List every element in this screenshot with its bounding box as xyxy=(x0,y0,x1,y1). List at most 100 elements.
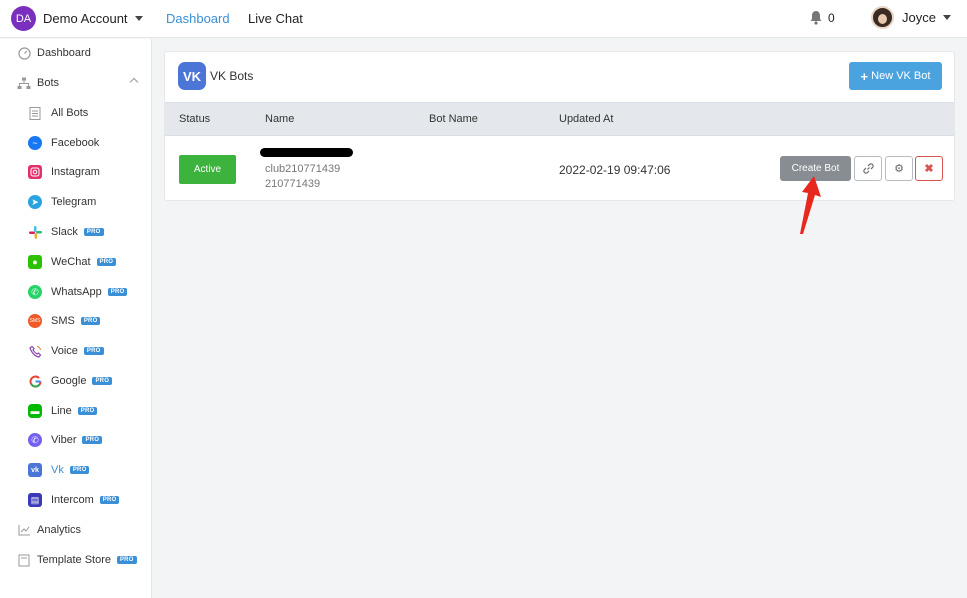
pro-badge: PRO xyxy=(69,466,90,474)
sidebar-item-viber[interactable]: ✆ Viber PRO xyxy=(0,429,151,451)
user-name: Joyce xyxy=(902,10,936,25)
row-name-line1: club210771439 xyxy=(265,163,341,175)
pro-badge: PRO xyxy=(83,347,104,355)
settings-button[interactable]: ⚙ xyxy=(885,156,913,181)
sidebar-item-intercom[interactable]: ▤ Intercom PRO xyxy=(0,489,151,511)
gear-icon: ⚙ xyxy=(894,163,904,175)
plus-icon: + xyxy=(860,68,869,84)
chevron-down-icon xyxy=(942,15,951,20)
table-header: Status Name Bot Name Updated At xyxy=(165,102,954,136)
vk-icon: vk xyxy=(28,463,42,477)
chevron-down-icon xyxy=(134,16,143,21)
account-switcher[interactable]: DA Demo Account xyxy=(11,6,143,31)
panel-header: VK VK Bots + New VK Bot xyxy=(165,52,954,102)
sidebar-item-label: WeChat xyxy=(51,256,91,268)
delete-button[interactable]: ✖ xyxy=(915,156,943,181)
sidebar-item-label: Telegram xyxy=(51,196,97,208)
sidebar: Dashboard Bots All Bots ~ Facebook Insta… xyxy=(0,39,152,598)
annotation-arrow xyxy=(800,176,821,234)
pro-badge: PRO xyxy=(80,317,101,325)
sidebar-item-label: Facebook xyxy=(51,137,100,149)
sidebar-item-label: SMS xyxy=(51,315,75,327)
intercom-icon: ▤ xyxy=(28,493,42,507)
sidebar-item-label: Vk xyxy=(51,464,64,476)
dashboard-gauge-icon xyxy=(17,46,31,60)
voice-phone-icon xyxy=(28,344,42,358)
sidebar-item-label: Intercom xyxy=(51,494,94,506)
pro-badge: PRO xyxy=(107,288,128,296)
sidebar-item-voice[interactable]: Voice PRO xyxy=(0,340,151,362)
sidebar-item-sms[interactable]: SMS SMS PRO xyxy=(0,310,151,332)
pro-badge: PRO xyxy=(99,496,120,504)
sidebar-item-label: Instagram xyxy=(51,166,100,178)
row-name-line2: 210771439 xyxy=(265,178,321,190)
pro-badge: PRO xyxy=(83,228,104,236)
account-avatar: DA xyxy=(11,6,36,31)
sidebar-item-facebook[interactable]: ~ Facebook xyxy=(0,132,151,154)
analytics-chart-icon xyxy=(17,523,31,537)
sidebar-item-telegram[interactable]: ➤ Telegram xyxy=(0,191,151,213)
sidebar-item-instagram[interactable]: Instagram xyxy=(0,161,151,183)
sidebar-item-label: Template Store xyxy=(37,554,111,566)
sidebar-item-label: All Bots xyxy=(51,107,89,119)
viber-icon: ✆ xyxy=(28,433,42,447)
close-icon: ✖ xyxy=(924,163,934,175)
link-icon xyxy=(862,163,874,174)
notification-count: 0 xyxy=(828,10,835,25)
line-icon: ▬ xyxy=(28,404,42,418)
user-menu[interactable]: Joyce xyxy=(871,6,951,29)
sidebar-item-label: Dashboard xyxy=(37,47,91,59)
sidebar-item-dashboard[interactable]: Dashboard xyxy=(0,42,151,64)
sidebar-item-label: Slack xyxy=(51,226,78,238)
sidebar-item-label: Voice xyxy=(51,345,78,357)
sidebar-item-google[interactable]: Google PRO xyxy=(0,370,151,392)
slack-icon xyxy=(28,225,42,239)
sidebar-item-label: WhatsApp xyxy=(51,286,102,298)
sidebar-item-vk[interactable]: vk Vk PRO xyxy=(0,459,151,481)
sidebar-item-label: Google xyxy=(51,375,87,387)
messenger-icon: ~ xyxy=(28,136,42,150)
sidebar-item-slack[interactable]: Slack PRO xyxy=(0,221,151,243)
whatsapp-icon: ✆ xyxy=(28,285,42,299)
wechat-icon: ● xyxy=(28,255,42,269)
pro-badge: PRO xyxy=(116,556,137,564)
sidebar-item-label: Line xyxy=(51,405,72,417)
template-store-icon xyxy=(17,553,31,567)
pro-badge: PRO xyxy=(82,436,103,444)
new-vk-bot-button[interactable]: + New VK Bot xyxy=(849,62,942,90)
sidebar-item-all-bots[interactable]: All Bots xyxy=(0,102,151,124)
instagram-icon xyxy=(28,165,42,179)
sitemap-icon xyxy=(17,76,31,90)
panel-title: VK Bots xyxy=(210,69,254,83)
sidebar-item-analytics[interactable]: Analytics xyxy=(0,519,151,541)
account-name: Demo Account xyxy=(43,11,128,26)
sidebar-item-label: Bots xyxy=(37,77,60,89)
nav-live-chat[interactable]: Live Chat xyxy=(248,11,303,26)
notifications-button[interactable]: 0 xyxy=(809,10,835,25)
telegram-icon: ➤ xyxy=(28,195,42,209)
pro-badge: PRO xyxy=(96,258,117,266)
sms-icon: SMS xyxy=(28,314,42,328)
bell-icon xyxy=(810,11,822,25)
nav-dashboard[interactable]: Dashboard xyxy=(166,11,230,26)
sidebar-item-label: Viber xyxy=(51,434,77,446)
link-button[interactable] xyxy=(854,156,882,181)
redacted-name xyxy=(260,148,353,157)
google-icon xyxy=(28,374,42,388)
table-row: Active club210771439 210771439 2022-02-1… xyxy=(165,136,954,200)
new-vk-bot-label: New VK Bot xyxy=(871,70,931,82)
sidebar-item-label: Analytics xyxy=(37,524,82,536)
top-bar: DA Demo Account Dashboard Live Chat 0 Jo… xyxy=(0,0,967,38)
vk-logo-icon: VK xyxy=(178,62,206,90)
sidebar-item-bots[interactable]: Bots xyxy=(0,72,151,94)
sidebar-item-template-store[interactable]: Template Store PRO xyxy=(0,549,151,571)
chevron-up-icon[interactable] xyxy=(129,77,139,87)
row-updated-at: 2022-02-19 09:47:06 xyxy=(559,163,671,177)
sidebar-item-wechat[interactable]: ● WeChat PRO xyxy=(0,251,151,273)
sidebar-item-line[interactable]: ▬ Line PRO xyxy=(0,400,151,422)
status-badge: Active xyxy=(179,155,236,184)
list-icon xyxy=(28,106,42,120)
column-header-bot-name: Bot Name xyxy=(429,113,478,125)
sidebar-item-whatsapp[interactable]: ✆ WhatsApp PRO xyxy=(0,281,151,303)
column-header-name: Name xyxy=(265,113,295,125)
